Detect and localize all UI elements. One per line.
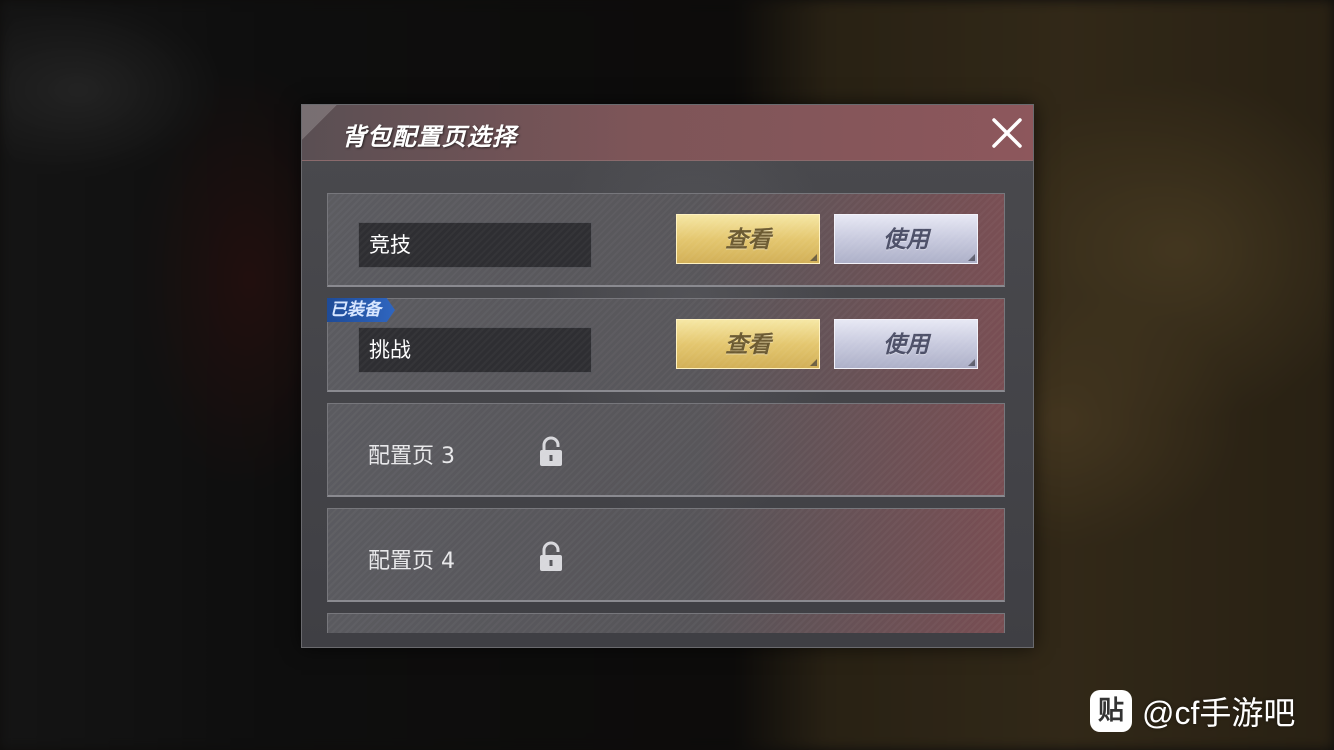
- locked-page-label: 配置页 3: [368, 444, 455, 469]
- use-button[interactable]: 使用: [834, 319, 978, 369]
- tieba-logo: 贴: [1090, 690, 1132, 732]
- equipped-badge: 已装备: [327, 298, 395, 322]
- watermark-text: @cf手游吧: [1142, 695, 1296, 731]
- loadout-name-field[interactable]: 竞技: [358, 222, 592, 268]
- locked-page-label: 配置页 4: [368, 549, 455, 574]
- loadout-name-field[interactable]: 挑战: [358, 327, 592, 373]
- locked-page-row-5-partial[interactable]: [327, 613, 1005, 633]
- loadout-select-dialog: 背包配置页选择 竞技 查看 使用 已装备 挑战 查看 使用 配置页 3 配置页 …: [301, 104, 1034, 648]
- dialog-header: 背包配置页选择: [302, 105, 1033, 161]
- dialog-title: 背包配置页选择: [342, 123, 517, 151]
- close-icon: [992, 118, 1022, 148]
- loadout-list[interactable]: 竞技 查看 使用 已装备 挑战 查看 使用 配置页 3 配置页 4: [327, 193, 1005, 633]
- loadout-row-1: 竞技 查看 使用: [327, 193, 1005, 287]
- view-button[interactable]: 查看: [676, 319, 820, 369]
- watermark: 贴 @cf手游吧: [1090, 688, 1295, 734]
- use-button[interactable]: 使用: [834, 214, 978, 264]
- locked-page-row-3[interactable]: 配置页 3: [327, 403, 1005, 497]
- close-button[interactable]: [989, 115, 1025, 151]
- view-button[interactable]: 查看: [676, 214, 820, 264]
- locked-page-row-4[interactable]: 配置页 4: [327, 508, 1005, 602]
- lock-icon: [540, 541, 562, 571]
- lock-icon: [540, 436, 562, 466]
- loadout-row-2: 已装备 挑战 查看 使用: [327, 298, 1005, 392]
